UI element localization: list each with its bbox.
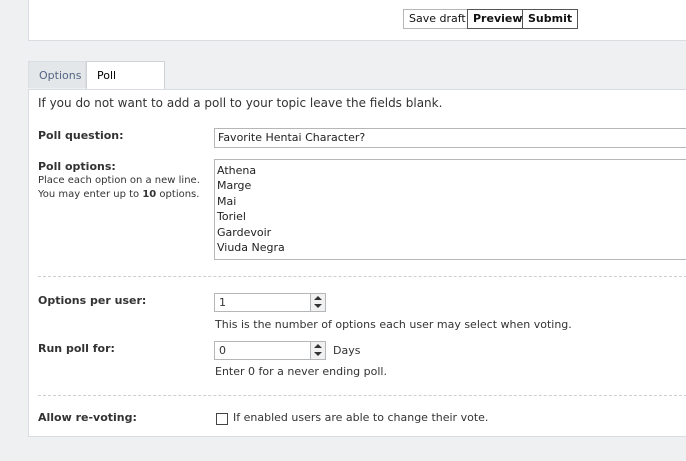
poll-options-label: Poll options: [38, 160, 116, 173]
chevron-down-icon[interactable] [314, 304, 322, 308]
posting-buttons-panel: Save draft Preview Submit [28, 0, 686, 41]
options-per-user-label: Options per user: [38, 294, 147, 307]
poll-options-explain-line2: You may enter up to 10 options. [38, 189, 200, 200]
poll-question-label: Poll question: [38, 129, 124, 142]
chevron-up-icon[interactable] [314, 344, 322, 348]
chevron-up-icon[interactable] [314, 296, 322, 300]
tab-poll-creation[interactable]: Poll creation [86, 61, 165, 109]
submit-button[interactable]: Submit [522, 9, 579, 29]
poll-option-line: Marge [217, 179, 252, 193]
poll-option-line: Viuda Negra [217, 240, 285, 254]
poll-option-line: Mai [217, 194, 237, 208]
poll-options-explain: Place each option on a new line. You may… [38, 174, 200, 202]
stepper-arrows[interactable] [310, 342, 325, 359]
poll-options-explain-line1: Place each option on a new line. [38, 175, 200, 186]
poll-option-line: Gardevoir [217, 225, 272, 239]
allow-revoting-note: If enabled users are able to change thei… [233, 411, 489, 424]
section-divider [38, 276, 686, 277]
chevron-down-icon[interactable] [314, 352, 322, 356]
options-per-user-value: 1 [219, 296, 226, 309]
poll-intro-text: If you do not want to add a poll to your… [38, 96, 443, 110]
options-per-user-note: This is the number of options each user … [215, 318, 572, 331]
poll-question-value: Favorite Hentai Character? [218, 131, 366, 144]
poll-option-line: Toriel [217, 210, 246, 224]
tab-options[interactable]: Options [28, 61, 86, 88]
poll-creation-panel: If you do not want to add a poll to your… [28, 89, 686, 437]
allow-revoting-checkbox[interactable] [216, 413, 228, 425]
poll-options-textarea[interactable]: Athena Marge Mai Toriel Gardevoir Viuda … [214, 159, 686, 260]
run-poll-stepper[interactable]: 0 [214, 341, 326, 360]
section-divider [38, 395, 686, 396]
run-poll-label: Run poll for: [38, 342, 115, 355]
run-poll-unit: Days [333, 344, 361, 357]
poll-option-line: Athena [217, 164, 257, 177]
stepper-arrows[interactable] [310, 294, 325, 311]
run-poll-note: Enter 0 for a never ending poll. [215, 365, 387, 378]
poll-question-input[interactable]: Favorite Hentai Character? [214, 128, 686, 148]
allow-revoting-label: Allow re-voting: [38, 411, 137, 424]
run-poll-value: 0 [219, 344, 226, 357]
save-draft-button[interactable]: Save draft [403, 9, 472, 29]
options-per-user-stepper[interactable]: 1 [214, 293, 326, 312]
preview-button[interactable]: Preview [467, 9, 529, 29]
